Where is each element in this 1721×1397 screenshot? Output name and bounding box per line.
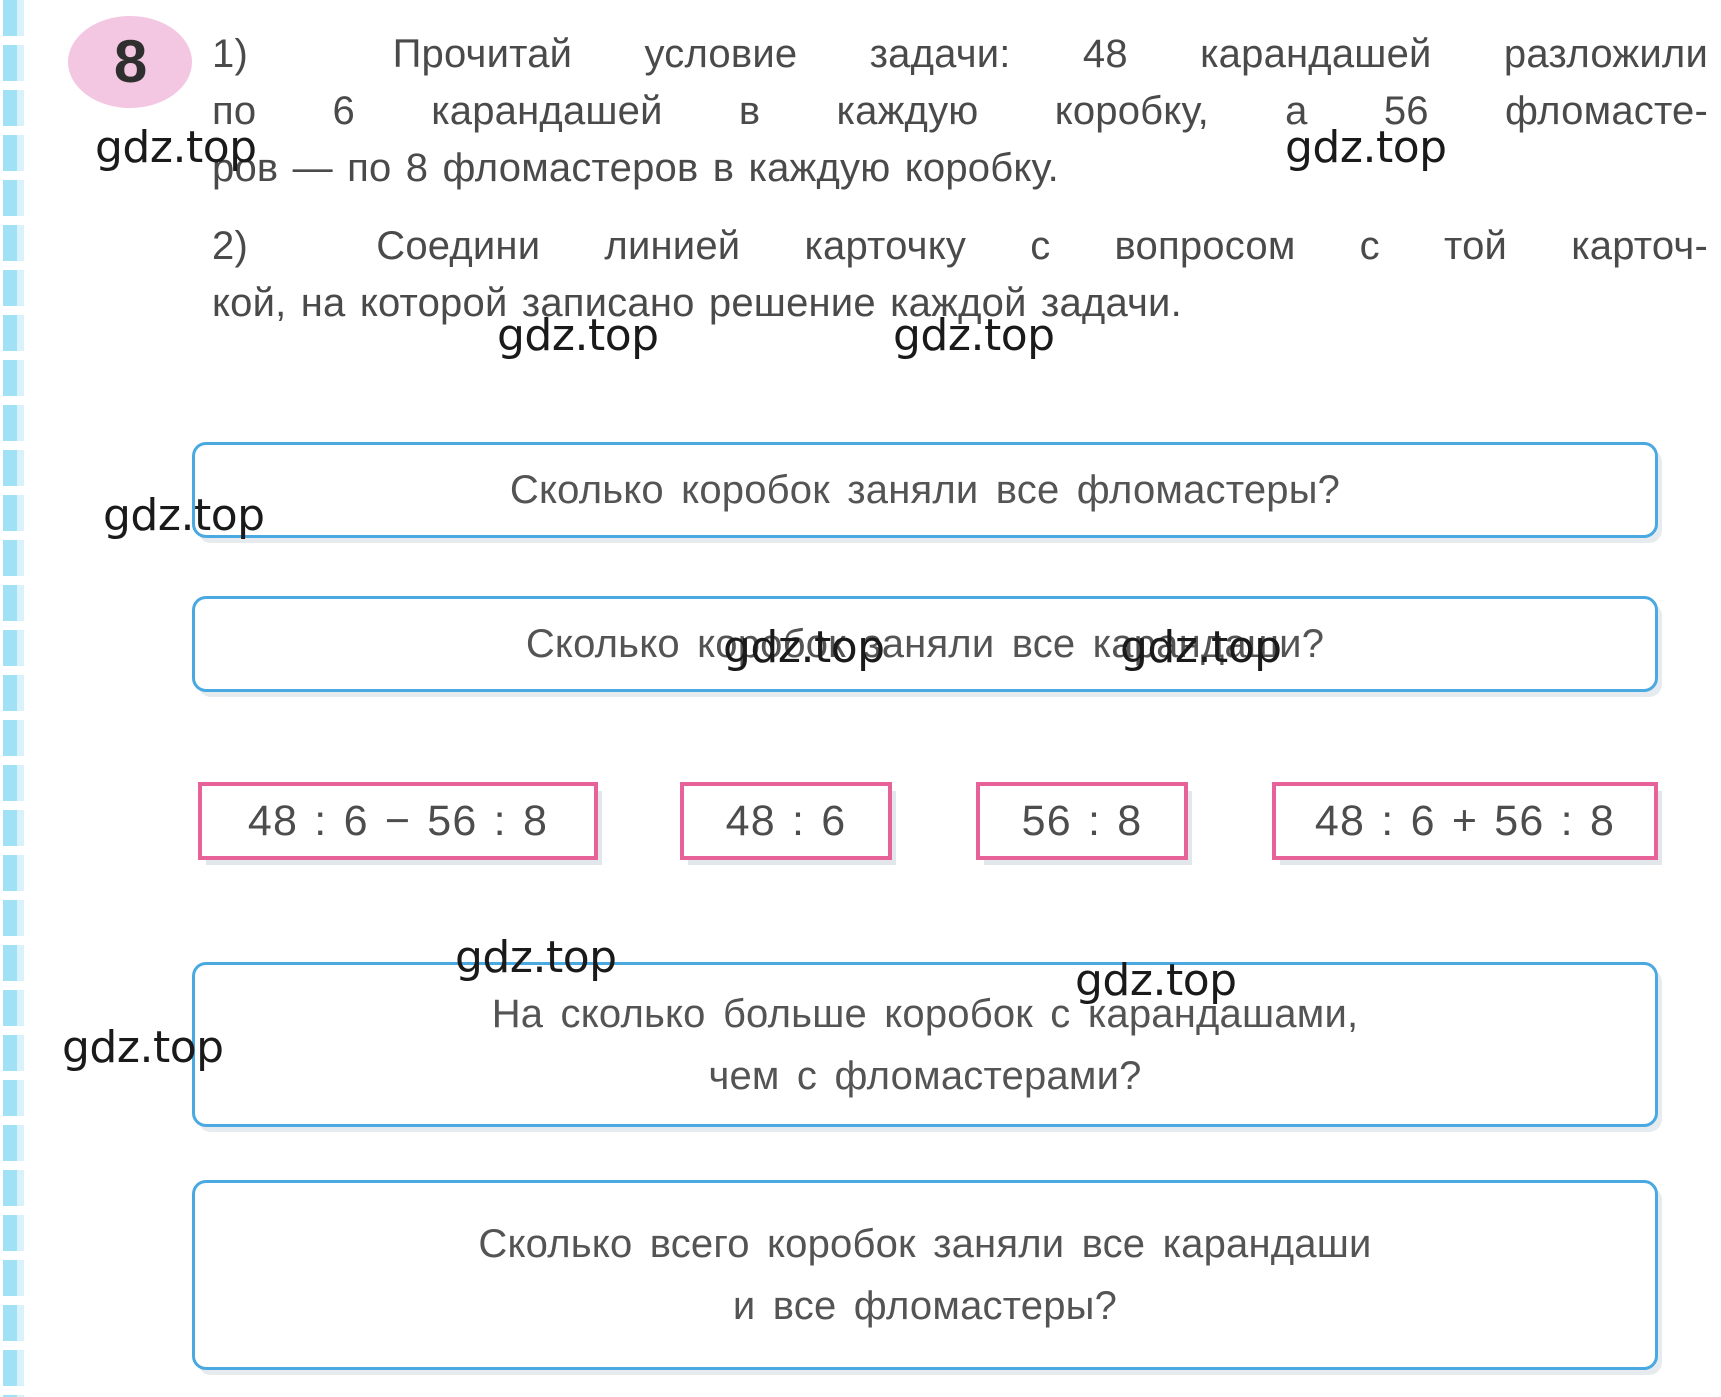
formula-card-3-text: 56 : 8 — [1021, 796, 1143, 845]
question-card-3-line-2: чем с фломастерами? — [708, 1053, 1142, 1098]
page-perforation-margin-outer — [3, 0, 17, 1397]
question-card-pencils-boxes[interactable]: Сколько коробок заняли все карандаши? — [192, 596, 1658, 692]
watermark-text: gdz.top — [1285, 122, 1447, 173]
watermark-text: gdz.top — [455, 932, 617, 983]
task-part-1-line-1: 1) Прочитай условие задачи: 48 карандаше… — [212, 26, 1708, 83]
watermark-text: gdz.top — [103, 490, 265, 541]
task-part-1: 1) Прочитай условие задачи: 48 карандаше… — [212, 26, 1708, 197]
watermark-text: gdz.top — [497, 310, 659, 361]
formula-card-pencils[interactable]: 48 : 6 — [680, 782, 892, 860]
page-perforation-margin-inner — [17, 0, 24, 1397]
formula-card-difference[interactable]: 48 : 6 − 56 : 8 — [198, 782, 598, 860]
task-part-1-line-2: по 6 карандашей в каждую коробку, а 56 ф… — [212, 89, 1708, 133]
task-part-1-text-line-1: Прочитай условие задачи: 48 карандашей р… — [392, 32, 1708, 76]
task-part-2-line-1: 2) Соедини линией карточку с вопросом с … — [212, 218, 1708, 275]
question-card-total-boxes[interactable]: Сколько всего коробок заняли все каранда… — [192, 1180, 1658, 1370]
exercise-number-badge: 8 — [68, 16, 192, 108]
formula-card-flomasters[interactable]: 56 : 8 — [976, 782, 1188, 860]
formula-card-2-text: 48 : 6 — [725, 796, 847, 845]
formula-card-1-text: 48 : 6 − 56 : 8 — [247, 796, 549, 845]
worksheet-page: 8 1) Прочитай условие задачи: 48 каранда… — [0, 0, 1721, 1397]
task-part-1-marker: 1) — [212, 32, 248, 76]
question-card-4-text: Сколько всего коробок заняли все каранда… — [448, 1213, 1401, 1337]
task-part-2-text-line-1: Соедини линией карточку с вопросом с той… — [376, 224, 1708, 268]
question-card-1-text: Сколько коробок заняли все фломастеры? — [509, 468, 1341, 512]
watermark-text: gdz.top — [1120, 622, 1282, 673]
question-card-4-line-2: и все фломастеры? — [732, 1284, 1118, 1328]
task-part-1-line-3: ров — по 8 фломастеров в каждую коробку. — [212, 146, 1059, 190]
watermark-text: gdz.top — [62, 1022, 224, 1073]
watermark-text: gdz.top — [95, 122, 257, 173]
formula-card-sum[interactable]: 48 : 6 + 56 : 8 — [1272, 782, 1658, 860]
question-card-how-many-more[interactable]: На сколько больше коробок с карандашами,… — [192, 962, 1658, 1127]
question-card-3-text: На сколько больше коробок с карандашами,… — [462, 983, 1389, 1107]
task-part-2-marker: 2) — [212, 224, 248, 268]
watermark-text: gdz.top — [893, 310, 1055, 361]
question-card-4-line-1: Сколько всего коробок заняли все каранда… — [478, 1222, 1372, 1266]
formula-card-4-text: 48 : 6 + 56 : 8 — [1314, 796, 1616, 845]
question-card-fломasters-boxes[interactable]: Сколько коробок заняли все фломастеры? — [192, 442, 1658, 538]
exercise-number-label: 8 — [113, 28, 147, 95]
watermark-text: gdz.top — [1075, 955, 1237, 1006]
watermark-text: gdz.top — [723, 622, 885, 673]
